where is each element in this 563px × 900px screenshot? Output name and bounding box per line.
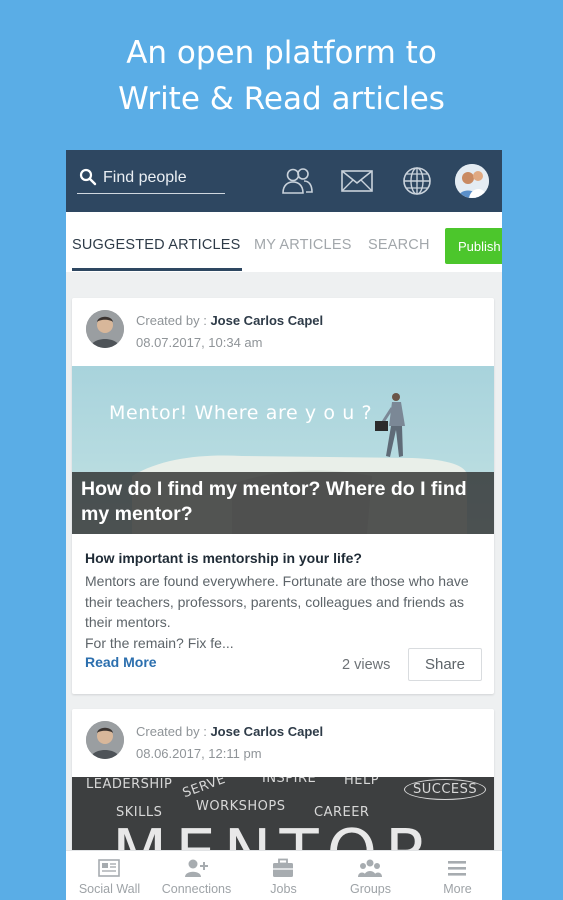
promo-line-2: Write & Read articles bbox=[118, 81, 445, 117]
author-photo-icon bbox=[86, 310, 124, 348]
globe-icon[interactable] bbox=[400, 166, 434, 196]
promo-line-1: An open platform to bbox=[126, 35, 437, 71]
active-tab-indicator bbox=[72, 268, 242, 271]
article-card: Created by : Jose Carlos Capel 08.07.201… bbox=[72, 298, 494, 694]
share-button[interactable]: Share bbox=[408, 648, 482, 681]
promo-headline: An open platform to Write & Read article… bbox=[0, 30, 563, 122]
nav-label: More bbox=[443, 882, 472, 896]
image-caption: Mentor! Where are y o u ? bbox=[109, 402, 373, 424]
board-word: SERVE bbox=[180, 777, 228, 802]
author-avatar[interactable] bbox=[86, 310, 124, 348]
board-word: INSPIRE bbox=[262, 777, 317, 786]
profile-picture-icon bbox=[455, 164, 489, 198]
author-photo-icon bbox=[86, 721, 124, 759]
nav-jobs[interactable]: Jobs bbox=[240, 851, 327, 900]
author-avatar[interactable] bbox=[86, 721, 124, 759]
created-by: Created by : Jose Carlos Capel bbox=[136, 313, 323, 328]
view-count: 2 views bbox=[342, 657, 391, 673]
created-by: Created by : Jose Carlos Capel bbox=[136, 724, 323, 739]
messages-icon[interactable] bbox=[340, 166, 374, 196]
board-word: HELP bbox=[344, 777, 380, 788]
author-name[interactable]: Jose Carlos Capel bbox=[210, 724, 323, 739]
article-date: 08.07.2017, 10:34 am bbox=[136, 335, 263, 350]
article-image[interactable]: Mentor! Where are y o u ? How do I find … bbox=[72, 366, 494, 534]
article-subheading: How important is mentorship in your life… bbox=[85, 550, 362, 566]
nav-groups[interactable]: Groups bbox=[327, 851, 414, 900]
created-prefix: Created by : bbox=[136, 313, 211, 328]
article-tabs: SUGGESTED ARTICLES MY ARTICLES SEARCH Pu… bbox=[66, 212, 502, 272]
top-bar bbox=[66, 150, 502, 212]
board-word: LEADERSHIP bbox=[86, 777, 173, 792]
nav-label: Groups bbox=[350, 882, 391, 896]
businessman-figure bbox=[375, 393, 405, 457]
tab-my-articles[interactable]: MY ARTICLES bbox=[254, 237, 352, 253]
menu-icon bbox=[448, 861, 466, 876]
author-name[interactable]: Jose Carlos Capel bbox=[210, 313, 323, 328]
bottom-navigation: Social Wall Connections Jobs Groups More bbox=[66, 850, 502, 900]
publish-button[interactable]: Publish bbox=[445, 228, 502, 264]
add-connection-icon bbox=[185, 859, 208, 877]
excerpt-text: Mentors are found everywhere. Fortunate … bbox=[85, 573, 469, 630]
created-prefix: Created by : bbox=[136, 724, 211, 739]
article-excerpt: Mentors are found everywhere. Fortunate … bbox=[85, 571, 485, 653]
nav-label: Connections bbox=[161, 882, 232, 896]
app-screen: SUGGESTED ARTICLES MY ARTICLES SEARCH Pu… bbox=[66, 150, 502, 900]
tab-suggested-articles[interactable]: SUGGESTED ARTICLES bbox=[72, 237, 241, 253]
search-input[interactable] bbox=[103, 166, 223, 190]
board-word: WORKSHOPS bbox=[196, 799, 286, 814]
search-icon bbox=[79, 168, 97, 186]
social-wall-icon bbox=[98, 859, 120, 877]
article-title[interactable]: How do I find my mentor? Where do I find… bbox=[81, 477, 491, 527]
read-more-link[interactable]: Read More bbox=[85, 654, 157, 670]
search-bar[interactable] bbox=[77, 164, 225, 194]
briefcase-icon bbox=[273, 858, 293, 877]
nav-more[interactable]: More bbox=[414, 851, 501, 900]
nav-social-wall[interactable]: Social Wall bbox=[66, 851, 153, 900]
nav-label: Social Wall bbox=[78, 882, 141, 896]
article-date: 08.06.2017, 12:11 pm bbox=[136, 746, 262, 761]
excerpt-more: For the remain? Fix fe... bbox=[85, 634, 234, 651]
groups-icon bbox=[358, 859, 382, 877]
nav-label: Jobs bbox=[270, 882, 297, 896]
tab-search[interactable]: SEARCH bbox=[368, 237, 430, 253]
nav-connections[interactable]: Connections bbox=[153, 851, 240, 900]
profile-avatar[interactable] bbox=[455, 164, 489, 198]
connections-icon[interactable] bbox=[280, 166, 314, 196]
board-word: SUCCESS bbox=[404, 779, 487, 800]
